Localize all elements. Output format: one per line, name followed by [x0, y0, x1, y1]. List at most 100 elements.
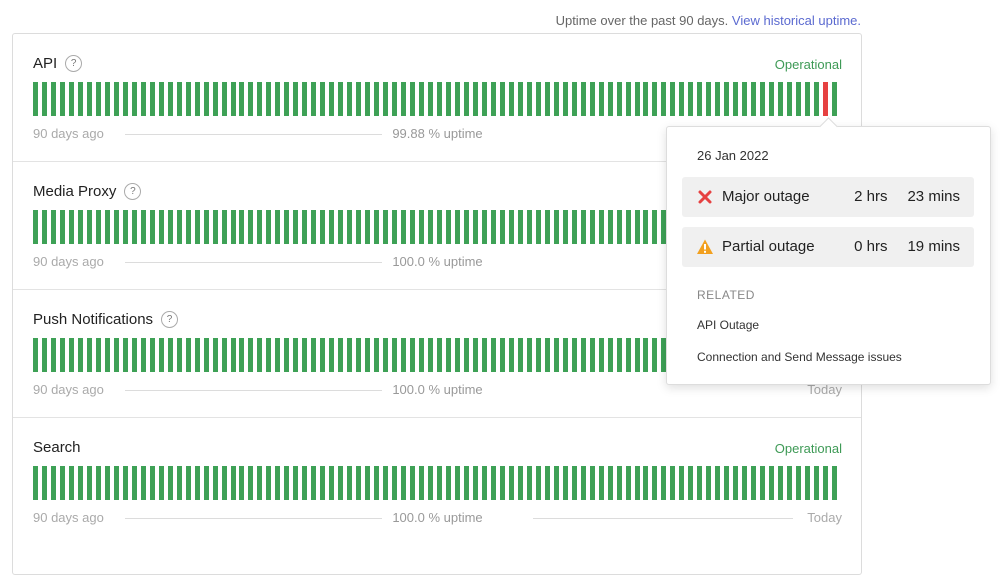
uptime-day-bar[interactable]	[257, 338, 263, 372]
uptime-day-bar[interactable]	[59, 82, 65, 116]
uptime-day-bar[interactable]	[410, 338, 416, 372]
uptime-day-bar[interactable]	[706, 466, 712, 500]
uptime-day-bar[interactable]	[508, 210, 514, 244]
uptime-day-bar[interactable]	[419, 82, 425, 116]
uptime-day-bar[interactable]	[113, 466, 119, 500]
uptime-day-bar[interactable]	[472, 82, 478, 116]
uptime-day-bar[interactable]	[445, 82, 451, 116]
uptime-day-bar[interactable]	[715, 466, 721, 500]
uptime-day-bar[interactable]	[428, 210, 434, 244]
uptime-day-bar[interactable]	[140, 466, 146, 500]
uptime-day-bar[interactable]	[329, 338, 335, 372]
uptime-day-bar[interactable]	[293, 338, 299, 372]
uptime-day-bar[interactable]	[652, 210, 658, 244]
uptime-day-bar[interactable]	[769, 82, 775, 116]
uptime-day-bar[interactable]	[230, 338, 236, 372]
uptime-day-bar[interactable]	[68, 466, 74, 500]
uptime-day-bar[interactable]	[167, 466, 173, 500]
uptime-day-bar[interactable]	[616, 466, 622, 500]
uptime-day-bar[interactable]	[670, 466, 676, 500]
uptime-day-bar[interactable]	[544, 210, 550, 244]
uptime-day-bar[interactable]	[437, 82, 442, 116]
uptime-day-bar[interactable]	[616, 210, 622, 244]
uptime-day-bar[interactable]	[131, 338, 137, 372]
uptime-day-bar[interactable]	[814, 82, 820, 116]
uptime-day-bar[interactable]	[194, 338, 200, 372]
uptime-day-bar[interactable]	[248, 466, 254, 500]
uptime-day-bar[interactable]	[185, 82, 191, 116]
uptime-day-bar[interactable]	[419, 466, 425, 500]
uptime-day-bar[interactable]	[392, 82, 398, 116]
uptime-day-bar[interactable]	[463, 210, 469, 244]
uptime-day-bar[interactable]	[832, 466, 838, 500]
uptime-day-bar[interactable]	[526, 82, 532, 116]
uptime-day-bar[interactable]	[104, 338, 110, 372]
uptime-day-bar[interactable]	[571, 82, 577, 116]
uptime-day-bar[interactable]	[580, 466, 586, 500]
uptime-day-bar[interactable]	[68, 338, 74, 372]
uptime-day-bar[interactable]	[589, 338, 595, 372]
uptime-day-bar[interactable]	[697, 82, 703, 116]
uptime-day-bar[interactable]	[472, 338, 478, 372]
uptime-day-bar[interactable]	[490, 338, 496, 372]
uptime-day-bar[interactable]	[41, 82, 47, 116]
uptime-day-bar[interactable]	[643, 466, 649, 500]
uptime-day-bar[interactable]	[131, 82, 137, 116]
uptime-day-bar[interactable]	[562, 210, 568, 244]
uptime-day-bar[interactable]	[607, 82, 613, 116]
uptime-day-bar[interactable]	[167, 82, 173, 116]
uptime-day-bar[interactable]	[338, 338, 344, 372]
uptime-day-bar[interactable]	[302, 82, 308, 116]
uptime-day-bar[interactable]	[374, 466, 380, 500]
uptime-day-bar[interactable]	[158, 338, 164, 372]
uptime-day-bar[interactable]	[454, 466, 460, 500]
uptime-day-bar[interactable]	[329, 466, 335, 500]
uptime-day-bar[interactable]	[742, 82, 748, 116]
uptime-day-bar[interactable]	[248, 210, 254, 244]
uptime-day-bar[interactable]	[428, 338, 434, 372]
uptime-day-bar[interactable]	[805, 466, 811, 500]
uptime-day-bar[interactable]	[724, 82, 730, 116]
uptime-day-bar[interactable]	[230, 210, 236, 244]
uptime-day-bar[interactable]	[257, 466, 263, 500]
uptime-day-bar[interactable]	[383, 210, 389, 244]
uptime-day-bar[interactable]	[401, 82, 407, 116]
uptime-day-bar[interactable]	[248, 338, 254, 372]
uptime-day-bar[interactable]	[544, 466, 550, 500]
uptime-day-bar[interactable]	[356, 82, 362, 116]
uptime-day-bar[interactable]	[113, 338, 119, 372]
uptime-day-bar[interactable]	[167, 338, 173, 372]
uptime-day-bar[interactable]	[33, 210, 38, 244]
uptime-day-bar[interactable]	[437, 338, 442, 372]
uptime-day-bar[interactable]	[221, 82, 227, 116]
uptime-day-bar[interactable]	[652, 338, 658, 372]
uptime-day-bar[interactable]	[437, 210, 442, 244]
uptime-day-bar[interactable]	[50, 466, 56, 500]
uptime-day-bar[interactable]	[499, 466, 505, 500]
uptime-day-bar[interactable]	[59, 338, 65, 372]
uptime-day-bar[interactable]	[832, 82, 838, 116]
uptime-day-bar[interactable]	[275, 82, 281, 116]
uptime-day-bar[interactable]	[562, 466, 568, 500]
uptime-day-bar[interactable]	[113, 210, 119, 244]
uptime-day-bar[interactable]	[266, 82, 272, 116]
uptime-day-bar[interactable]	[185, 466, 191, 500]
view-historical-uptime-link[interactable]: View historical uptime.	[732, 13, 861, 28]
uptime-day-bar[interactable]	[428, 82, 434, 116]
uptime-day-bar[interactable]	[526, 338, 532, 372]
uptime-day-bar[interactable]	[428, 466, 434, 500]
uptime-day-bar[interactable]	[176, 210, 182, 244]
uptime-day-bar[interactable]	[463, 338, 469, 372]
uptime-day-bar[interactable]	[176, 82, 182, 116]
uptime-day-bar[interactable]	[149, 466, 155, 500]
uptime-day-bar[interactable]	[571, 338, 577, 372]
uptime-day-bar[interactable]	[823, 82, 829, 116]
uptime-day-bar[interactable]	[104, 210, 110, 244]
uptime-day-bar[interactable]	[167, 210, 173, 244]
uptime-day-bar[interactable]	[104, 466, 110, 500]
uptime-day-bar[interactable]	[760, 82, 766, 116]
uptime-day-bar[interactable]	[670, 82, 676, 116]
uptime-day-bar[interactable]	[571, 210, 577, 244]
uptime-day-bar[interactable]	[302, 466, 308, 500]
uptime-day-bar[interactable]	[203, 82, 209, 116]
